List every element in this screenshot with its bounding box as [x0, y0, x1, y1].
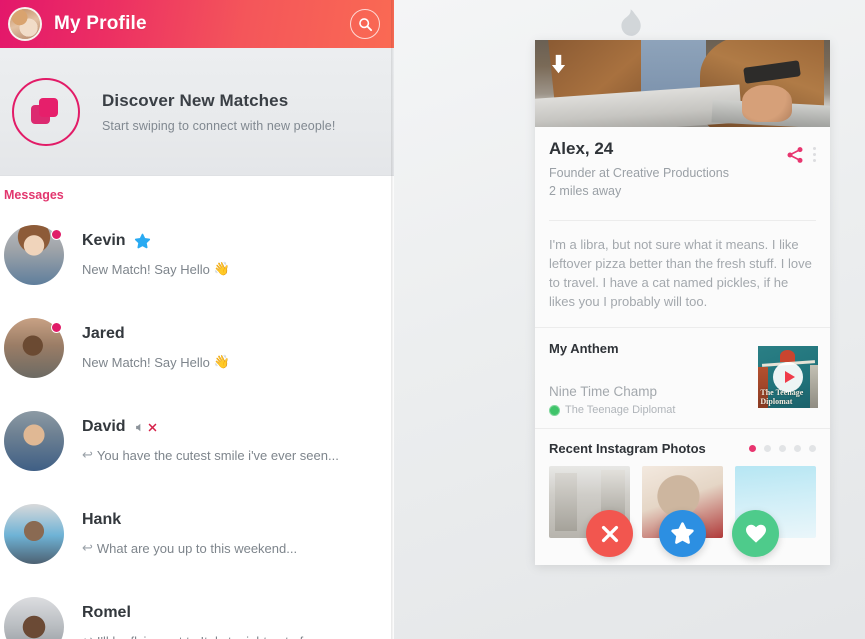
carousel-dot[interactable]: [794, 445, 801, 452]
contact-name: Kevin: [82, 232, 126, 249]
profile-job: Founder at Creative Productions: [549, 166, 729, 180]
instagram-heading: Recent Instagram Photos: [549, 441, 706, 456]
list-item[interactable]: Romel ↩ I'll be flying out to Italy toni…: [0, 580, 394, 639]
star-icon: [671, 522, 694, 544]
reply-arrow-icon: ↩: [82, 540, 93, 555]
avatar-image: [10, 9, 40, 39]
avatar[interactable]: [4, 317, 64, 378]
play-icon[interactable]: [773, 362, 803, 392]
x-icon: [601, 525, 618, 542]
carousel-dot[interactable]: [764, 445, 771, 452]
discover-title: Discover New Matches: [102, 90, 289, 110]
reply-arrow-icon: ↩: [82, 447, 93, 462]
heart-icon: [745, 524, 766, 543]
kebab-menu-icon[interactable]: [813, 145, 816, 162]
user-avatar[interactable]: [8, 7, 42, 41]
reply-arrow-icon: ↩: [82, 633, 93, 639]
message-preview: New Match! Say Hello 👋: [82, 354, 394, 370]
contact-name: Hank: [82, 511, 122, 528]
muted-icon: [134, 421, 157, 434]
preview-text: What are you up to this weekend...: [96, 540, 298, 556]
avatar-image: [4, 596, 64, 639]
wave-emoji: 👋: [213, 354, 231, 369]
message-preview: ↩ What are you up to this weekend...: [82, 540, 394, 556]
profile-hero-photo[interactable]: [535, 40, 830, 127]
list-item[interactable]: David ↩ You have the cutest smile i've e…: [0, 394, 394, 487]
preview-text: New Match! Say Hello: [82, 354, 210, 370]
carousel-dot[interactable]: [749, 445, 756, 452]
page-title: My Profile: [54, 13, 147, 34]
app-root: My Profile Discover New Matches Start sw…: [0, 0, 865, 639]
flame-icon: [617, 8, 643, 43]
wave-emoji: 👋: [213, 261, 231, 276]
list-item[interactable]: Jared New Match! Say Hello 👋: [0, 301, 394, 394]
avatar[interactable]: [4, 596, 64, 639]
avatar-image: [4, 410, 64, 471]
unread-dot: [51, 321, 62, 333]
messages-list: Kevin New Match! Say Hello 👋 Jared New M…: [0, 208, 394, 639]
preview-text: New Match! Say Hello: [82, 261, 210, 277]
avatar[interactable]: [4, 224, 64, 285]
like-button[interactable]: [732, 510, 779, 557]
my-anthem-section: My Anthem Nine Time Champ The Teenage Di…: [535, 328, 830, 428]
profile-distance: 2 miles away: [549, 184, 622, 198]
carousel-dots[interactable]: [749, 445, 816, 452]
profile-identity: Alex, 24 Founder at Creative Productions…: [549, 127, 816, 198]
message-preview: ↩ You have the cutest smile i've ever se…: [82, 447, 394, 463]
mute-x-icon: [148, 423, 156, 431]
message-preview: ↩ I'll be flying out to Italy tonight ou…: [82, 633, 394, 639]
album-art[interactable]: The Teenage Diplomat: [758, 346, 818, 408]
message-preview: New Match! Say Hello 👋: [82, 261, 394, 277]
avatar-image: [4, 503, 64, 564]
preview-text: You have the cutest smile i've ever seen…: [96, 447, 339, 463]
contact-name: Jared: [82, 325, 125, 342]
messages-section-label: Messages: [4, 188, 64, 202]
avatar[interactable]: [4, 410, 64, 471]
carousel-dot[interactable]: [779, 445, 786, 452]
hero-layer: [741, 85, 792, 122]
contact-name: Romel: [82, 604, 131, 621]
card-stack-icon: [12, 77, 80, 146]
list-item[interactable]: Hank ↩ What are you up to this weekend..…: [0, 487, 394, 580]
profile-preview-panel: Alex, 24 Founder at Creative Productions…: [394, 0, 865, 639]
messages-panel: My Profile Discover New Matches Start sw…: [0, 0, 394, 639]
unread-dot: [51, 228, 62, 240]
search-icon: [358, 17, 372, 31]
share-icon[interactable]: [785, 145, 805, 170]
nope-button[interactable]: [586, 510, 633, 557]
discover-new-matches-card[interactable]: Discover New Matches Start swiping to co…: [0, 48, 394, 176]
carousel-dot[interactable]: [809, 445, 816, 452]
download-arrow-icon[interactable]: [549, 54, 568, 81]
list-item[interactable]: Kevin New Match! Say Hello 👋: [0, 208, 394, 301]
super-like-button[interactable]: [659, 510, 706, 557]
anthem-artist: The Teenage Diplomat: [565, 404, 676, 416]
avatar[interactable]: [4, 503, 64, 564]
profile-name: Alex, 24: [549, 139, 614, 158]
album-art-layer: [779, 349, 796, 363]
swipe-action-bar: [535, 510, 830, 557]
profile-card: Alex, 24 Founder at Creative Productions…: [535, 40, 830, 565]
preview-text: I'll be flying out to Italy tonight out …: [97, 634, 303, 639]
super-like-star-icon: [134, 233, 151, 250]
profile-header: My Profile: [0, 0, 394, 48]
profile-bio: I'm a libra, but not sure what it means.…: [549, 237, 812, 309]
spotify-icon: [549, 404, 560, 416]
discover-subtitle: Start swiping to connect with new people…: [102, 118, 336, 133]
contact-name: David: [82, 418, 126, 435]
search-button[interactable]: [350, 9, 380, 39]
